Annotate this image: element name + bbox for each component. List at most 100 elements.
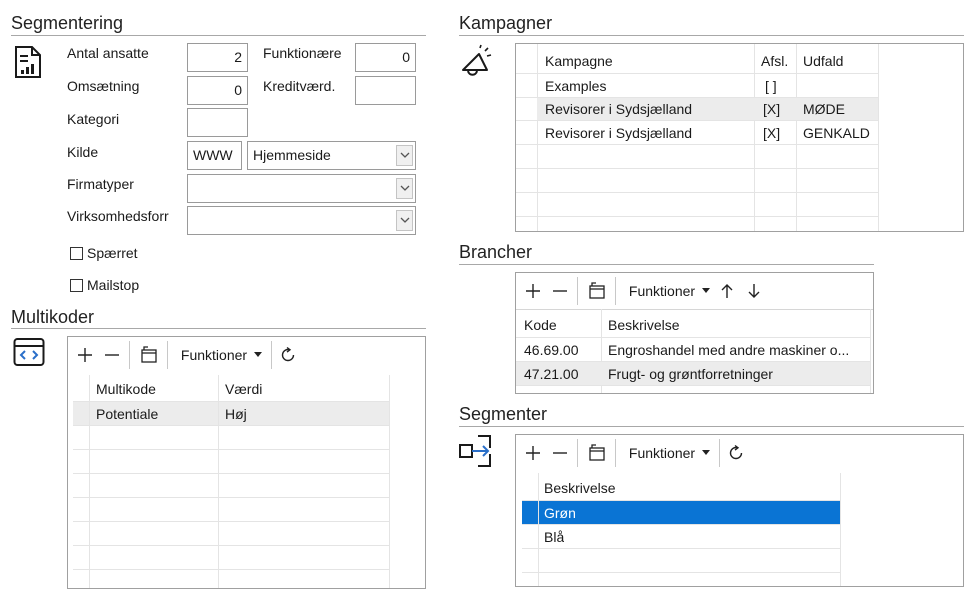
toolbar-separator [615, 439, 616, 467]
window-icon[interactable] [586, 440, 608, 466]
brancher-divider [459, 264, 874, 265]
kategori-field[interactable] [187, 108, 248, 137]
firmatyper-label: Firmatyper [67, 176, 134, 192]
mailstop-label: Mailstop [87, 277, 140, 293]
funktionaere-label: Funktionære [263, 45, 342, 61]
kilde-label: Kilde [67, 144, 99, 160]
transfer-segment-icon [458, 434, 494, 468]
brancher-title: Brancher [459, 242, 533, 262]
table-row-kampagne[interactable]: Revisorer i Sydsjælland [545, 101, 692, 117]
toolbar-separator [167, 341, 168, 369]
megaphone-icon [459, 44, 493, 78]
multikoder-divider [11, 328, 426, 329]
virksomhedsform-label: Virksomhedsforr [67, 208, 169, 224]
remove-icon[interactable] [550, 278, 570, 304]
caret-down-icon [702, 288, 711, 293]
table-row-afsl[interactable]: [X] [763, 101, 780, 117]
remove-icon[interactable] [102, 342, 122, 368]
mailstop-checkbox[interactable] [70, 279, 83, 292]
spaerret-checkbox[interactable] [70, 247, 83, 260]
kreditvaerd-label: Kreditværd. [263, 78, 336, 94]
chevron-down-icon[interactable] [396, 145, 413, 166]
report-document-icon [13, 45, 43, 79]
refresh-icon[interactable] [725, 440, 747, 466]
table-row-vaerdi[interactable]: Høj [225, 406, 247, 422]
table-row-multikode[interactable]: Potentiale [96, 406, 158, 422]
column-header-beskrivelse[interactable]: Beskrivelse [544, 480, 616, 496]
virksomhedsform-select[interactable] [187, 206, 416, 235]
column-header-kode[interactable]: Kode [524, 317, 557, 333]
table-row-udfald[interactable]: GENKALD [803, 125, 870, 141]
funktioner-menu-button[interactable]: Funktioner [624, 278, 716, 304]
funktioner-label: Funktioner [628, 283, 696, 299]
segmenter-grid: Funktioner Beskrivelse Grøn Blå [515, 434, 964, 587]
kilde-code-field[interactable]: WWW [187, 141, 242, 170]
kampagner-divider [459, 35, 964, 36]
multikoder-title: Multikoder [11, 307, 95, 327]
kilde-select[interactable]: Hjemmeside [247, 141, 416, 170]
refresh-icon[interactable] [277, 342, 299, 368]
table-row-afsl[interactable]: [X] [763, 125, 780, 141]
segmenter-toolbar: Funktioner [516, 435, 963, 471]
arrow-up-icon[interactable] [716, 278, 738, 304]
table-row-kampagne[interactable]: Examples [545, 78, 606, 94]
column-header-afsl[interactable]: Afsl. [761, 53, 788, 69]
toolbar-separator [615, 277, 616, 305]
table-row-kode[interactable]: 47.21.00 [524, 366, 579, 382]
segmenter-divider [459, 426, 964, 427]
column-header-beskrivelse[interactable]: Beskrivelse [608, 317, 680, 333]
table-row-beskrivelse-selected[interactable]: Grøn [544, 505, 576, 521]
funktionaere-field[interactable]: 0 [355, 43, 416, 72]
table-row-udfald[interactable]: MØDE [803, 101, 845, 117]
table-row-beskrivelse[interactable]: Engroshandel med andre maskiner o... [608, 342, 868, 358]
remove-icon[interactable] [550, 440, 570, 466]
toolbar-separator [271, 341, 272, 369]
arrow-down-icon[interactable] [743, 278, 765, 304]
table-row-kode[interactable]: 46.69.00 [524, 342, 579, 358]
column-header-kampagne[interactable]: Kampagne [545, 53, 613, 69]
brancher-toolbar: Funktioner [516, 273, 873, 309]
column-header-vaerdi[interactable]: Værdi [225, 381, 262, 397]
add-icon[interactable] [75, 342, 95, 368]
funktioner-menu-button[interactable]: Funktioner [176, 342, 268, 368]
toolbar-separator [577, 277, 578, 305]
chevron-down-icon[interactable] [396, 178, 413, 199]
kilde-selected-value: Hjemmeside [253, 147, 331, 163]
kategori-label: Kategori [67, 111, 120, 127]
antal-ansatte-label: Antal ansatte [67, 45, 149, 61]
multikoder-grid: Funktioner Multikode Værdi Potentiale Hø… [67, 336, 426, 589]
toolbar-separator [719, 439, 720, 467]
column-header-udfald[interactable]: Udfald [803, 53, 843, 69]
window-icon[interactable] [138, 342, 160, 368]
toolbar-separator [577, 439, 578, 467]
chevron-down-icon[interactable] [396, 210, 413, 231]
column-header-multikode[interactable]: Multikode [96, 381, 156, 397]
segmenter-title: Segmenter [459, 404, 548, 424]
firmatyper-select[interactable] [187, 174, 416, 203]
funktioner-menu-button[interactable]: Funktioner [624, 440, 716, 466]
table-row-beskrivelse[interactable]: Blå [544, 529, 564, 545]
kampagner-grid: Kampagne Afsl. Udfald Examples [ ] Revis… [515, 43, 964, 232]
table-row-beskrivelse[interactable]: Frugt- og grøntforretninger [608, 366, 868, 382]
omsaetning-field[interactable]: 0 [187, 76, 248, 105]
code-window-icon [13, 337, 45, 367]
multikoder-toolbar: Funktioner [68, 337, 425, 373]
brancher-grid: Funktioner Kode Beskrivelse 46.69.00 Eng… [515, 272, 874, 394]
add-icon[interactable] [523, 440, 543, 466]
segmentering-divider [11, 35, 426, 36]
window-icon[interactable] [586, 278, 608, 304]
table-row-kampagne[interactable]: Revisorer i Sydsjælland [545, 125, 692, 141]
spaerret-label: Spærret [87, 245, 138, 261]
kampagner-title: Kampagner [459, 13, 553, 33]
table-row-afsl[interactable]: [ ] [765, 78, 777, 94]
toolbar-separator [129, 341, 130, 369]
funktioner-label: Funktioner [180, 347, 248, 363]
segmentering-title: Segmentering [11, 13, 124, 33]
add-icon[interactable] [523, 278, 543, 304]
antal-ansatte-field[interactable]: 2 [187, 43, 248, 72]
kreditvaerd-field[interactable] [355, 76, 416, 105]
caret-down-icon [702, 450, 711, 455]
caret-down-icon [254, 352, 263, 357]
funktioner-label: Funktioner [628, 445, 696, 461]
omsaetning-label: Omsætning [67, 78, 140, 94]
